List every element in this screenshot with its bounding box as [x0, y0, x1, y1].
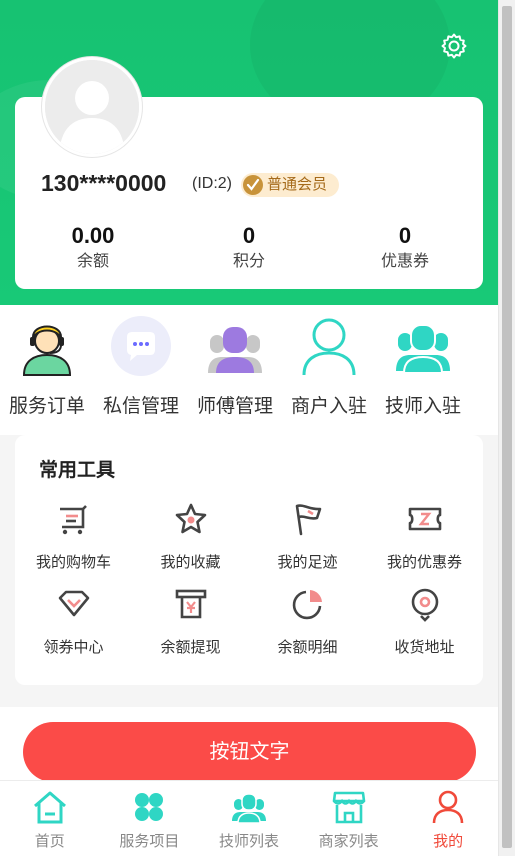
tool-coupon-center[interactable]: 领券中心 [15, 586, 132, 657]
common-tools-panel: 常用工具 我的购物车 我的收藏 我的足迹 我的优惠券 领券中心 余额提现 余额明… [15, 435, 483, 685]
stat-label: 优惠券 [380, 253, 429, 270]
page-scrollbar[interactable] [498, 0, 515, 856]
quick-item-label: 商户入驻 [290, 396, 367, 417]
account-stats: 0.00 余额 0 积分 0 优惠券 [15, 222, 483, 278]
common-tools-title: 常用工具 [39, 460, 116, 481]
member-level-label: 普通会员 [267, 176, 328, 193]
tool-withdraw[interactable]: 余额提现 [132, 586, 249, 657]
app-screen: 130****0000 (ID:2) 普通会员 0.00 余额 0 积分 0 优… [0, 0, 498, 856]
tab-label: 服务项目 [119, 833, 180, 850]
location-icon [407, 586, 443, 622]
stat-value: 0 [242, 223, 256, 248]
tool-label: 我的购物车 [35, 554, 111, 571]
tool-balance-details[interactable]: 余额明细 [249, 586, 366, 657]
quick-item-label: 师傅管理 [196, 396, 273, 417]
tool-label: 收货地址 [394, 639, 455, 656]
cart-icon [56, 501, 92, 537]
settings-icon[interactable] [440, 32, 468, 60]
profile-header: 130****0000 (ID:2) 普通会员 0.00 余额 0 积分 0 优… [0, 0, 498, 305]
medal-icon [243, 175, 263, 195]
tool-addresses[interactable]: 收货地址 [366, 586, 483, 657]
tab-label: 我的 [433, 833, 464, 850]
quick-menu: 服务订单 私信管理 师傅管理 商户入驻 技师入驻 [0, 305, 498, 435]
tab-label: 首页 [34, 833, 65, 850]
team-icon [392, 315, 454, 377]
quick-item-workers[interactable]: 师傅管理 [188, 305, 282, 435]
person-outline-icon [298, 315, 360, 377]
flag-icon [290, 501, 326, 537]
scrollbar-thumb[interactable] [502, 6, 512, 848]
user-id: (ID:2) [192, 175, 232, 192]
stat-label: 积分 [232, 253, 265, 270]
stat-balance[interactable]: 0.00 余额 [15, 222, 171, 278]
tool-favorites[interactable]: 我的收藏 [132, 501, 249, 572]
tab-label: 技师列表 [218, 833, 279, 850]
stat-points[interactable]: 0 积分 [171, 222, 327, 278]
primary-action-button[interactable]: 按钮文字 [23, 722, 476, 782]
quick-item-label: 私信管理 [102, 396, 179, 417]
quick-item-merchant-join[interactable]: 商户入驻 [282, 305, 376, 435]
chat-bubble-icon [110, 315, 172, 377]
worker-group-icon [204, 315, 266, 377]
pie-chart-icon [290, 586, 326, 622]
quick-item-messages[interactable]: 私信管理 [94, 305, 188, 435]
tool-label: 领券中心 [43, 639, 104, 656]
user-phone: 130****0000 [41, 170, 167, 196]
quick-item-label: 技师入驻 [384, 396, 461, 417]
stat-label: 余额 [76, 253, 109, 270]
tools-grid: 我的购物车 我的收藏 我的足迹 我的优惠券 领券中心 余额提现 余额明细 收货地… [15, 501, 483, 657]
shop-icon [331, 789, 367, 825]
user-icon [430, 789, 466, 825]
tool-label: 余额提现 [160, 639, 221, 656]
tool-label: 我的收藏 [160, 554, 221, 571]
tab-mine[interactable]: 我的 [398, 781, 498, 856]
stat-coupons[interactable]: 0 优惠券 [327, 222, 483, 278]
home-icon [32, 789, 68, 825]
stat-value: 0 [398, 223, 412, 248]
tab-technicians[interactable]: 技师列表 [199, 781, 299, 856]
technicians-icon [231, 789, 267, 825]
tool-label: 我的优惠券 [386, 554, 462, 571]
tab-label: 商家列表 [318, 833, 379, 850]
member-level-badge: 普通会员 [241, 173, 340, 197]
tool-shopping-cart[interactable]: 我的购物车 [15, 501, 132, 572]
bottom-tab-bar: 首页 服务项目 技师列表 商家列表 我的 [0, 780, 498, 856]
tool-coupons[interactable]: 我的优惠券 [366, 501, 483, 572]
quick-item-service-orders[interactable]: 服务订单 [0, 305, 94, 435]
customer-service-icon [16, 315, 78, 377]
quick-item-label: 服务订单 [8, 396, 85, 417]
star-icon [173, 501, 209, 537]
stat-value: 0.00 [71, 223, 115, 248]
tab-services[interactable]: 服务项目 [100, 781, 200, 856]
tool-label: 余额明细 [277, 639, 338, 656]
withdraw-icon [173, 586, 209, 622]
diamond-icon [56, 586, 92, 622]
action-area: 按钮文字 [0, 707, 498, 787]
avatar[interactable] [42, 57, 142, 157]
quick-item-technician-join[interactable]: 技师入驻 [376, 305, 470, 435]
tool-footprints[interactable]: 我的足迹 [249, 501, 366, 572]
ticket-icon [407, 501, 443, 537]
tool-label: 我的足迹 [277, 554, 338, 571]
tab-home[interactable]: 首页 [0, 781, 100, 856]
tab-merchants[interactable]: 商家列表 [299, 781, 399, 856]
clover-icon [131, 789, 167, 825]
